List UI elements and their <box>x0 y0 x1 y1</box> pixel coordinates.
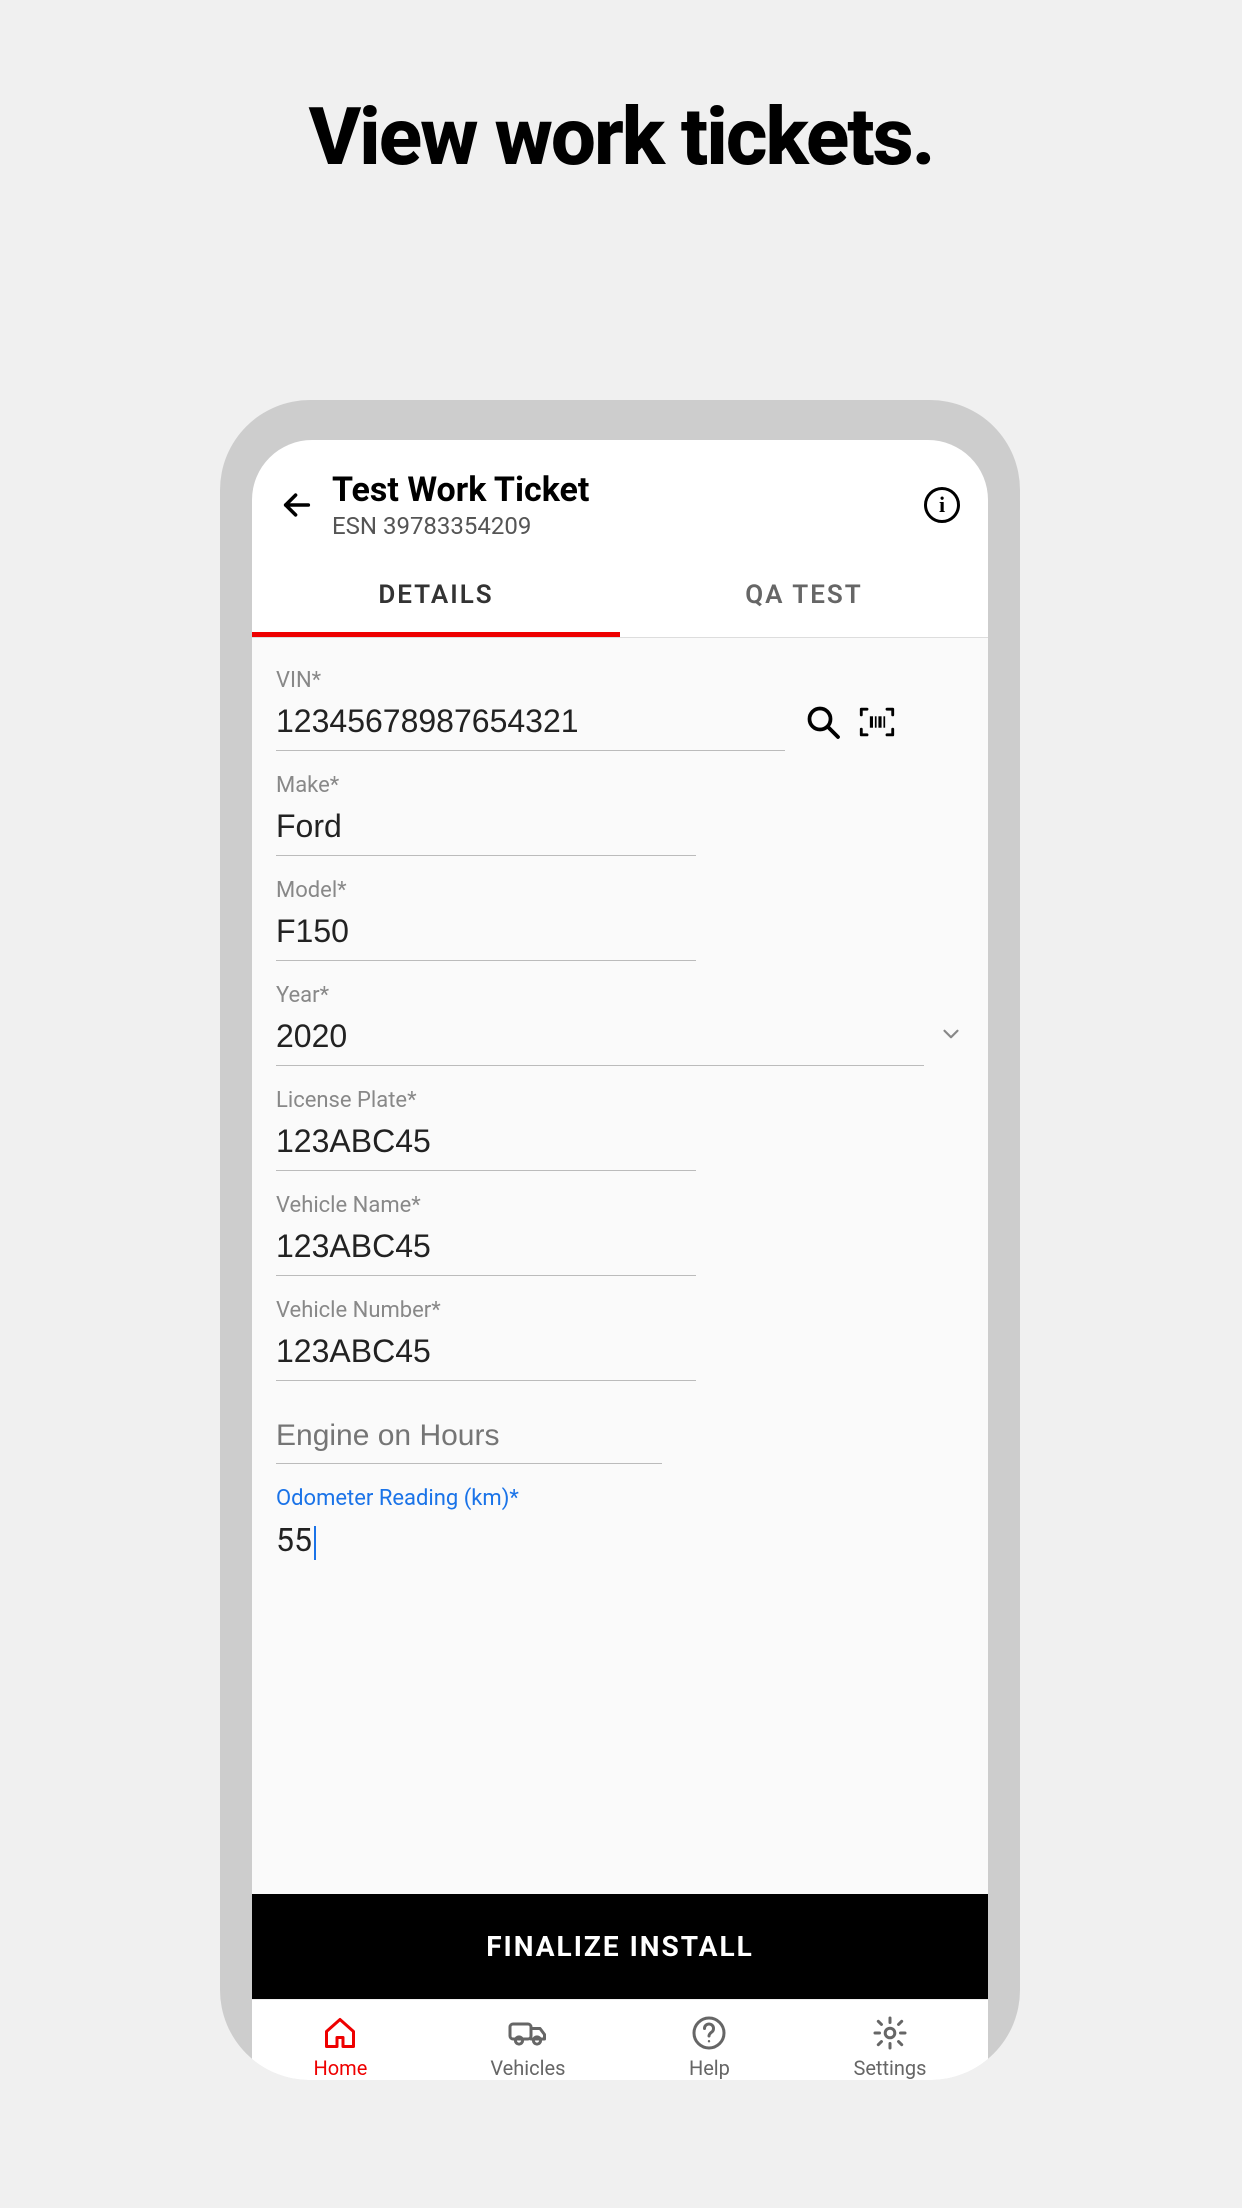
year-select[interactable] <box>276 1008 924 1066</box>
tabs: DETAILS QA TEST <box>252 558 988 638</box>
field-make: Make* <box>276 773 964 856</box>
model-label: Model* <box>276 878 964 903</box>
year-label: Year* <box>276 983 964 1008</box>
chevron-down-icon <box>938 1021 964 1054</box>
info-icon[interactable]: i <box>924 487 960 523</box>
field-odometer: Odometer Reading (km)* 55 <box>276 1486 964 1570</box>
field-vin: VIN* <box>276 668 964 751</box>
nav-vehicles[interactable]: Vehicles <box>490 2014 565 2080</box>
license-label: License Plate* <box>276 1088 964 1113</box>
field-year: Year* <box>276 983 964 1066</box>
truck-icon <box>507 2014 549 2052</box>
vehicle-name-label: Vehicle Name* <box>276 1193 964 1218</box>
vin-input[interactable] <box>276 693 785 751</box>
header-text: Test Work Ticket ESN 39783354209 <box>332 470 906 540</box>
page-title: View work tickets. <box>0 90 1242 184</box>
back-arrow-icon[interactable] <box>280 488 314 522</box>
tab-details[interactable]: DETAILS <box>252 558 620 637</box>
model-input[interactable] <box>276 903 696 961</box>
header: Test Work Ticket ESN 39783354209 i <box>252 440 988 558</box>
field-vehicle-number: Vehicle Number* <box>276 1298 964 1381</box>
nav-home-label: Home <box>314 2056 368 2080</box>
license-input[interactable] <box>276 1113 696 1171</box>
field-license: License Plate* <box>276 1088 964 1171</box>
nav-help[interactable]: Help <box>688 2014 730 2080</box>
header-title: Test Work Ticket <box>332 470 906 510</box>
odometer-input[interactable]: 55 <box>276 1511 964 1570</box>
field-model: Model* <box>276 878 964 961</box>
nav-settings[interactable]: Settings <box>853 2014 926 2080</box>
year-row[interactable] <box>276 1008 964 1066</box>
phone-frame: Test Work Ticket ESN 39783354209 i DETAI… <box>220 400 1020 2080</box>
engine-hours-input[interactable] <box>276 1409 662 1464</box>
search-icon[interactable] <box>805 704 841 740</box>
phone-screen: Test Work Ticket ESN 39783354209 i DETAI… <box>252 440 988 2080</box>
vin-actions <box>805 704 897 740</box>
field-vehicle-name: Vehicle Name* <box>276 1193 964 1276</box>
make-input[interactable] <box>276 798 696 856</box>
nav-home[interactable]: Home <box>314 2014 368 2080</box>
nav-help-label: Help <box>689 2056 730 2080</box>
odometer-label: Odometer Reading (km)* <box>276 1486 964 1511</box>
vehicle-name-input[interactable] <box>276 1218 696 1276</box>
gear-icon <box>869 2014 911 2052</box>
form: VIN* <box>252 638 988 1894</box>
make-label: Make* <box>276 773 964 798</box>
tab-qatest[interactable]: QA TEST <box>620 558 988 637</box>
help-icon <box>688 2014 730 2052</box>
header-subtitle: ESN 39783354209 <box>332 512 906 540</box>
nav-settings-label: Settings <box>853 2056 926 2080</box>
barcode-scan-icon[interactable] <box>857 704 897 740</box>
vehicle-number-label: Vehicle Number* <box>276 1298 964 1323</box>
home-icon <box>319 2014 361 2052</box>
finalize-install-button[interactable]: FINALIZE INSTALL <box>252 1894 988 1999</box>
nav-vehicles-label: Vehicles <box>490 2056 565 2080</box>
vehicle-number-input[interactable] <box>276 1323 696 1381</box>
field-engine-hours <box>276 1409 964 1464</box>
bottom-nav: Home Vehicles Help Settings <box>252 1999 988 2080</box>
vin-row <box>276 693 964 751</box>
vin-label: VIN* <box>276 668 964 693</box>
